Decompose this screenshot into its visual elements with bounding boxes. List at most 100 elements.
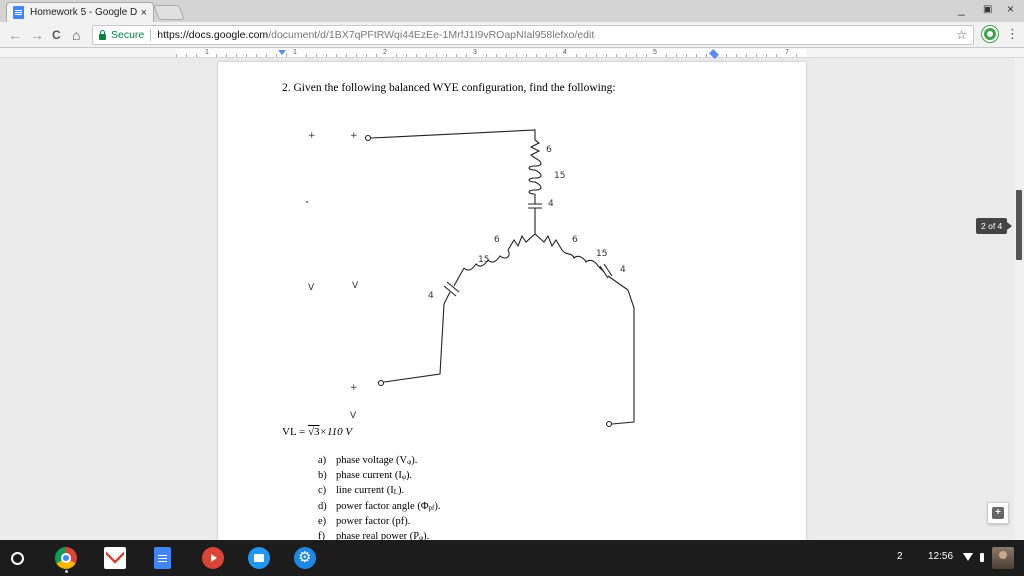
- tab-close-icon[interactable]: ×: [141, 7, 147, 19]
- home-icon[interactable]: ⌂: [72, 27, 80, 43]
- question-text: 2. Given the following balanced WYE conf…: [282, 82, 616, 94]
- ruler-number: 5: [652, 49, 658, 57]
- youtube-icon[interactable]: [202, 547, 224, 569]
- ruler-number: 1: [204, 49, 210, 57]
- scrollbar-thumb[interactable]: [1016, 190, 1022, 260]
- item-text: phase voltage (V: [336, 455, 408, 466]
- right-wire: [611, 289, 635, 425]
- secure-label: Secure: [111, 29, 145, 41]
- list-item: b) phase current (Iφ).: [318, 469, 440, 484]
- item-end: ).: [411, 455, 418, 466]
- bookmark-star-icon[interactable]: ☆: [956, 28, 967, 42]
- tab-title: Homework 5 - Google Do: [30, 7, 137, 18]
- gmail-icon[interactable]: [104, 547, 126, 569]
- list-item: c) line current (IL).: [318, 484, 440, 499]
- url-path: /document/d/1BX7qPFtRWqi44EzEe-1MrfJ1I9v…: [268, 29, 595, 41]
- back-icon[interactable]: ←: [8, 27, 22, 43]
- ruler-number: 4: [562, 49, 568, 57]
- right-inductor-label: 15: [596, 249, 607, 259]
- right-resistor-label: 6: [572, 235, 578, 245]
- left-resistor: [507, 233, 536, 251]
- vl-label: V: [308, 283, 315, 293]
- vl-equation-sqrt: √3: [307, 426, 320, 438]
- chrome-icon[interactable]: [55, 547, 77, 569]
- top-wire: [370, 129, 536, 140]
- wifi-icon[interactable]: [963, 553, 973, 561]
- item-letter: b): [318, 470, 327, 482]
- top-resistor: [529, 139, 541, 159]
- list-item: f) phase real power (Pφ).: [318, 530, 440, 540]
- item-end: ).: [405, 470, 413, 482]
- taskbar: 2 12:56: [0, 540, 1024, 576]
- plus-sign: +: [350, 383, 358, 393]
- minimize-icon[interactable]: _: [958, 2, 965, 16]
- right-resistor: [534, 233, 563, 251]
- settings-icon[interactable]: [294, 547, 316, 569]
- page-indicator: 2 of 4: [976, 218, 1013, 234]
- left-capacitor-label: 4: [428, 291, 434, 301]
- document-area: 1 1 2 3 4 5 7 2. Given the following bal…: [0, 48, 1024, 540]
- document-page[interactable]: 2. Given the following balanced WYE conf…: [218, 62, 806, 540]
- list-item: e) power factor (pf).: [318, 515, 440, 530]
- vl-equation: VL = √3×110 V: [282, 426, 352, 438]
- top-resistor-label: 6: [546, 145, 552, 155]
- plus-sign: +: [350, 131, 358, 141]
- lock-icon: [99, 29, 106, 40]
- item-text: phase real power (P: [336, 531, 420, 540]
- left-indent-marker[interactable]: [278, 50, 286, 55]
- terminal-right: [605, 420, 613, 428]
- item-end: ).: [434, 500, 441, 512]
- extension-icon[interactable]: [982, 26, 998, 42]
- restore-icon[interactable]: ▣: [983, 4, 992, 15]
- clock[interactable]: 12:56: [928, 551, 953, 562]
- left-wire: [383, 303, 445, 383]
- vertical-scrollbar[interactable]: [1014, 58, 1024, 540]
- vl-equation-suffix: ×110 V: [319, 426, 353, 438]
- google-docs-app-icon[interactable]: [154, 547, 171, 569]
- browser-menu-icon[interactable]: ⋮: [1006, 26, 1019, 42]
- battery-icon[interactable]: [980, 553, 984, 562]
- ruler-bar: 1 1 2 3 4 5 7: [176, 49, 806, 59]
- right-inductor: [561, 249, 599, 267]
- files-icon[interactable]: [248, 547, 270, 569]
- ruler-number: 7: [784, 49, 790, 57]
- item-letter: f): [318, 531, 325, 540]
- window-close-icon[interactable]: ×: [1007, 2, 1014, 16]
- item-letter: e): [318, 515, 327, 527]
- ruler-number: 2: [382, 49, 388, 57]
- list-item: a) phase voltage (Vφ).: [318, 454, 440, 469]
- terminal-left: [377, 379, 385, 387]
- explore-icon: +: [992, 507, 1004, 519]
- avatar[interactable]: [992, 547, 1014, 569]
- forward-icon[interactable]: →: [30, 27, 44, 43]
- left-resistor-label: 6: [494, 235, 500, 245]
- google-docs-icon: [13, 6, 24, 19]
- item-letter: a): [318, 455, 327, 466]
- vl-equation-prefix: VL =: [282, 426, 308, 438]
- wye-circuit-diagram: + + 6 15 4 V V 6 15 4 6 15 4 + V -: [306, 129, 635, 428]
- explore-button[interactable]: +: [987, 502, 1009, 524]
- tab-strip: Homework 5 - Google Do × _ ▣ ×: [0, 0, 1024, 22]
- running-indicator: [65, 570, 68, 573]
- reload-icon[interactable]: C: [52, 27, 61, 43]
- list-item: d) power factor angle (Φpf).: [318, 500, 440, 515]
- top-capacitor-label: 4: [548, 199, 554, 209]
- right-indent-marker[interactable]: [709, 49, 719, 59]
- item-end: ).: [423, 531, 430, 540]
- question-items: a) phase voltage (Vφ). b) phase current (I…: [318, 454, 440, 540]
- new-tab-button[interactable]: [153, 5, 185, 20]
- right-capacitor-label: 4: [620, 265, 626, 275]
- item-end: ).: [398, 485, 405, 497]
- terminal-top: [364, 134, 372, 142]
- ruler: 1 1 2 3 4 5 7: [0, 48, 1024, 59]
- url-input[interactable]: Secure https://docs.google.com/document/…: [92, 25, 974, 45]
- top-inductor: [528, 157, 542, 195]
- url-host: https://docs.google.com: [157, 29, 269, 41]
- notification-count[interactable]: 2: [897, 551, 903, 562]
- item-text: phase current (I: [336, 470, 402, 482]
- address-bar: ← → C ⌂ Secure https://docs.google.com/d…: [0, 22, 1024, 48]
- browser-tab[interactable]: Homework 5 - Google Do ×: [6, 2, 154, 22]
- item-letter: d): [318, 500, 327, 512]
- item-text: power factor (pf).: [336, 515, 411, 527]
- launcher-icon[interactable]: [11, 552, 24, 565]
